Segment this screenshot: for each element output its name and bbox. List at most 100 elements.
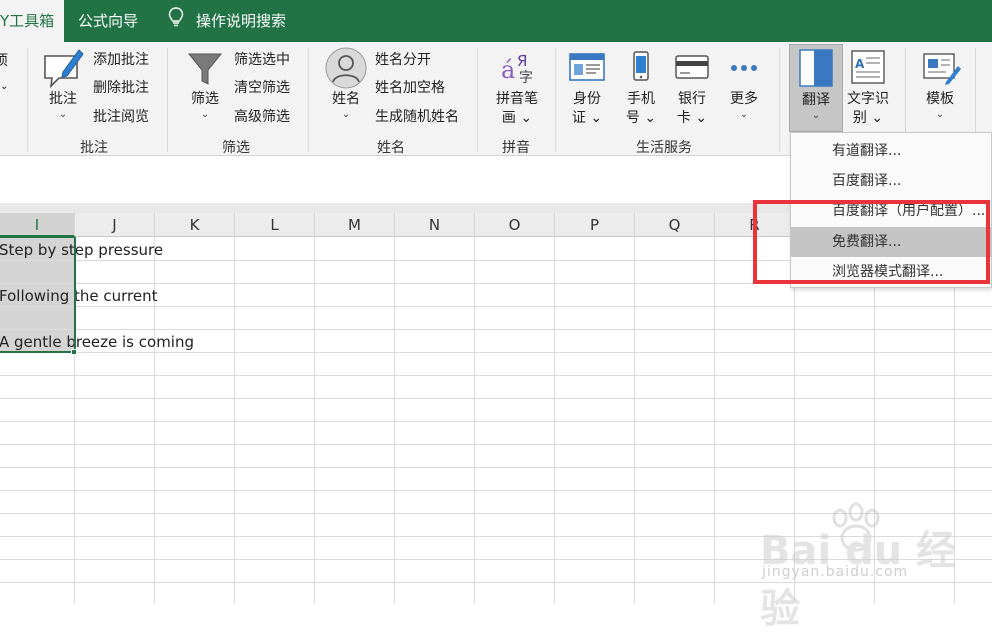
chevron-down-icon: ⌄ xyxy=(739,109,749,120)
group-separator xyxy=(555,48,556,152)
group-separator xyxy=(308,48,309,152)
ribbon-tab-bar: Y工具箱 公式向导 操作说明搜索 xyxy=(0,0,992,42)
column-header-p[interactable]: P xyxy=(555,213,635,237)
pinyin-stroke-button[interactable]: áЯ字 拼音笔 画 ⌄ xyxy=(490,46,544,128)
add-space-name-button[interactable]: 姓名加空格 xyxy=(375,75,445,101)
pinyin-label-1: 拼音笔 xyxy=(496,91,538,107)
chevron-down-icon: ⌄ xyxy=(200,109,210,120)
fill-handle[interactable] xyxy=(71,349,77,355)
column-header-q[interactable]: Q xyxy=(635,213,715,237)
id-card-icon xyxy=(567,46,607,90)
column-header-i[interactable]: I xyxy=(0,213,75,237)
delete-comment-button[interactable]: 删除批注 xyxy=(93,75,149,101)
bank-card-label-2: 卡 ⌄ xyxy=(676,110,708,126)
grid-line xyxy=(474,237,475,603)
comment-button[interactable]: 批注 ⌄ xyxy=(38,46,88,121)
more-button[interactable]: 更多 ⌄ xyxy=(722,46,766,121)
group-label-name: 姓名 xyxy=(377,140,405,156)
random-name-button[interactable]: 生成随机姓名 xyxy=(375,104,459,130)
more-label: 更多 xyxy=(730,91,758,107)
ocr-label-1: 文字识 xyxy=(847,91,889,107)
chevron-down-icon: ⌄ xyxy=(935,109,945,120)
highlight-annotation-box xyxy=(753,200,990,284)
grid-line xyxy=(314,237,315,603)
grid-line xyxy=(0,375,992,376)
advanced-filter-button[interactable]: 高级筛选 xyxy=(234,104,290,130)
column-header-j[interactable]: J xyxy=(75,213,155,237)
grid-line xyxy=(234,237,235,603)
watermark-url: jingyan.baidu.com xyxy=(762,564,909,580)
template-button[interactable]: 模板 ⌄ xyxy=(915,46,965,121)
id-card-label-1: 身份 xyxy=(573,91,601,107)
translate-icon xyxy=(794,45,838,91)
name-label: 姓名 xyxy=(332,91,360,107)
phone-button[interactable]: 手机 号 ⌄ xyxy=(619,46,663,128)
ocr-button[interactable]: A 文字识 别 ⌄ xyxy=(844,46,892,128)
svg-text:á: á xyxy=(501,56,515,84)
template-icon xyxy=(918,46,962,90)
template-label: 模板 xyxy=(926,91,954,107)
mobile-phone-icon xyxy=(621,46,661,90)
menu-item-youdao-translate[interactable]: 有道翻译... xyxy=(791,136,991,166)
grid-line xyxy=(554,237,555,603)
group-separator xyxy=(27,48,28,152)
lightbulb-icon xyxy=(168,1,184,43)
browse-comment-button[interactable]: 批注阅览 xyxy=(93,104,149,130)
column-header-m[interactable]: M xyxy=(315,213,395,237)
group-label-filter: 筛选 xyxy=(222,140,250,156)
ocr-text-icon: A xyxy=(848,46,888,90)
chevron-down-icon: ⌄ xyxy=(58,109,68,120)
tab-formula-wizard[interactable]: 公式向导 xyxy=(78,0,138,42)
group-separator xyxy=(477,48,478,152)
selection-border xyxy=(0,237,76,353)
grid-line xyxy=(394,237,395,603)
comment-icon xyxy=(41,46,85,90)
filter-label: 筛选 xyxy=(191,91,219,107)
svg-text:字: 字 xyxy=(519,70,533,86)
search-label: 操作说明搜索 xyxy=(196,12,287,30)
grid-line xyxy=(0,329,992,330)
pinyin-label-2: 画 ⌄ xyxy=(501,110,533,126)
phone-label-1: 手机 xyxy=(627,91,655,107)
group-separator xyxy=(779,48,780,152)
name-button[interactable]: 姓名 ⌄ xyxy=(320,46,372,121)
grid-line xyxy=(714,237,715,603)
grid-line xyxy=(0,398,992,399)
group-label-life-services: 生活服务 xyxy=(636,140,692,156)
translate-label: 翻译 xyxy=(802,92,830,108)
funnel-icon xyxy=(185,46,225,90)
column-header-n[interactable]: N xyxy=(395,213,475,237)
bank-card-icon xyxy=(672,46,712,90)
id-card-label-2: 证 ⌄ xyxy=(571,110,603,126)
phone-label-2: 号 ⌄ xyxy=(625,110,657,126)
bank-card-button[interactable]: 银行 卡 ⌄ xyxy=(670,46,714,128)
cut-off-label: 项 xyxy=(0,53,8,69)
chevron-down-icon[interactable]: ⌄ xyxy=(0,74,8,100)
grid-line xyxy=(0,444,992,445)
bank-card-label-1: 银行 xyxy=(678,91,706,107)
tab-toolbox[interactable]: Y工具箱 xyxy=(0,0,64,42)
translate-button[interactable]: 翻译 ⌄ xyxy=(789,44,843,132)
grid-line xyxy=(634,237,635,603)
chevron-down-icon: ⌄ xyxy=(811,110,821,121)
column-header-k[interactable]: K xyxy=(155,213,235,237)
add-comment-button[interactable]: 添加批注 xyxy=(93,47,149,73)
split-name-button[interactable]: 姓名分开 xyxy=(375,47,431,73)
svg-text:Я: Я xyxy=(517,52,527,70)
column-header-l[interactable]: L xyxy=(235,213,315,237)
person-icon xyxy=(324,46,368,90)
group-label-comment: 批注 xyxy=(80,140,108,156)
tell-me-search[interactable]: 操作说明搜索 xyxy=(168,0,286,42)
filter-button[interactable]: 筛选 ⌄ xyxy=(182,46,228,121)
column-header-o[interactable]: O xyxy=(475,213,555,237)
chevron-down-icon: ⌄ xyxy=(341,109,351,120)
group-label-pinyin: 拼音 xyxy=(502,140,530,156)
group-separator xyxy=(167,48,168,152)
grid-line xyxy=(0,467,992,468)
id-card-button[interactable]: 身份 证 ⌄ xyxy=(565,46,609,128)
clear-filter-button[interactable]: 清空筛选 xyxy=(234,75,290,101)
more-dots-icon xyxy=(724,46,764,90)
grid-line xyxy=(0,490,992,491)
menu-item-baidu-translate[interactable]: 百度翻译... xyxy=(791,166,991,196)
filter-selected-button[interactable]: 筛选选中 xyxy=(234,47,290,73)
